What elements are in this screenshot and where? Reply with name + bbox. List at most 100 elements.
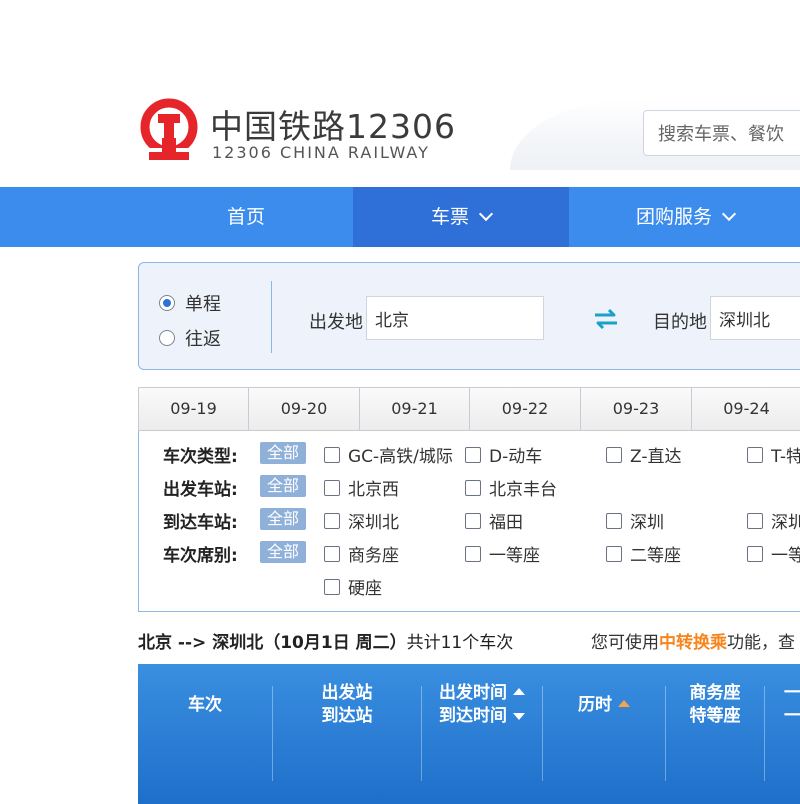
nav-group-label: 团购服务: [635, 206, 712, 228]
checkbox-icon[interactable]: [747, 446, 763, 463]
col-header-depart-station: 出发站: [321, 683, 373, 703]
summary-date: （10月1日 周二）: [263, 633, 407, 653]
panel-divider: [271, 281, 272, 353]
filter-all-train-type[interactable]: 全部: [260, 442, 306, 464]
filter-option[interactable]: 硬座: [324, 574, 382, 599]
sort-up-icon[interactable]: [513, 688, 525, 695]
trip-type-roundtrip[interactable]: 往返: [159, 325, 221, 351]
radio-unselected-icon[interactable]: [159, 330, 175, 346]
filter-label-seat-class: 车次席别:: [163, 546, 238, 566]
sort-down-icon[interactable]: [513, 713, 525, 720]
filter-panel: 车次类型: 全部 GC-高铁/城际 D-动车 Z-直达 T-特 出发车站: 全部…: [138, 431, 800, 612]
col-header-duration[interactable]: 历时: [543, 694, 665, 717]
nav-item-tickets[interactable]: 车票: [353, 187, 569, 247]
filter-option[interactable]: D-动车: [465, 442, 542, 467]
from-label: 出发地: [309, 312, 363, 333]
filter-option-label: 二等座: [630, 546, 681, 566]
date-tab[interactable]: 09-23: [581, 388, 692, 430]
railway-logo-icon[interactable]: [138, 98, 200, 164]
col-header-times[interactable]: 出发时间 到达时间: [422, 682, 542, 728]
filter-all-depart-station[interactable]: 全部: [260, 475, 306, 497]
filter-option-label: 福田: [489, 513, 523, 533]
filter-option-label: 深圳: [630, 513, 664, 533]
filter-option[interactable]: 一等座: [465, 541, 540, 566]
result-summary: 北京 --> 深圳北（10月1日 周二）共计11个车次: [138, 628, 513, 653]
transfer-hint: 您可使用中转换乘功能，查: [591, 628, 795, 653]
col-header-stations[interactable]: 出发站 到达站: [273, 682, 421, 728]
col-header-arrive-time: 到达时间: [439, 706, 507, 726]
filter-option-label: 深圳北: [348, 513, 399, 533]
site-search-input[interactable]: [644, 111, 800, 157]
filter-option[interactable]: 福田: [465, 508, 523, 533]
col-header-next-top: 一: [784, 683, 800, 703]
nav-tickets-label: 车票: [430, 206, 469, 228]
checkbox-icon[interactable]: [465, 512, 481, 529]
trip-type-oneway[interactable]: 单程: [159, 290, 221, 316]
col-header-premium-label: 特等座: [689, 706, 741, 726]
filter-option[interactable]: Z-直达: [606, 442, 681, 467]
date-tab[interactable]: 09-19: [139, 388, 249, 430]
checkbox-icon[interactable]: [465, 446, 481, 463]
filter-option[interactable]: 深圳: [747, 508, 800, 533]
chevron-down-icon: [721, 206, 737, 222]
site-search-box[interactable]: [643, 110, 800, 157]
to-station-input[interactable]: [710, 296, 800, 340]
brand-subtitle: 12306 CHINA RAILWAY: [212, 143, 430, 162]
filter-option-label: 一等座: [489, 546, 540, 566]
filter-option[interactable]: 一等: [747, 541, 800, 566]
filter-option[interactable]: 二等座: [606, 541, 681, 566]
filter-option[interactable]: T-特: [747, 442, 800, 467]
filter-option-label: Z-直达: [630, 447, 682, 467]
filter-option[interactable]: 北京西: [324, 475, 399, 500]
filter-label-depart-station: 出发车站:: [163, 480, 238, 500]
nav-home-label: 首页: [226, 206, 265, 228]
filter-option[interactable]: 北京丰台: [465, 475, 557, 500]
date-tab[interactable]: 09-21: [360, 388, 470, 430]
filter-option-label: 商务座: [348, 546, 399, 566]
ticket-search-panel: 单程 往返 出发地 目的地: [138, 262, 800, 370]
date-tab[interactable]: 09-22: [470, 388, 581, 430]
checkbox-icon[interactable]: [324, 545, 340, 562]
hint-suffix: 功能，查: [727, 633, 795, 653]
checkbox-icon[interactable]: [747, 545, 763, 562]
summary-route: 北京 --> 深圳北: [138, 633, 264, 653]
nav-item-group-service[interactable]: 团购服务: [570, 187, 800, 247]
filter-option[interactable]: 商务座: [324, 541, 399, 566]
radio-selected-icon[interactable]: [159, 295, 175, 311]
swap-arrows-icon[interactable]: [592, 308, 620, 330]
checkbox-icon[interactable]: [324, 578, 340, 595]
filter-all-seat-class[interactable]: 全部: [260, 541, 306, 563]
checkbox-icon[interactable]: [465, 545, 481, 562]
trip-type-roundtrip-label: 往返: [185, 329, 221, 350]
filter-label-arrive-station: 到达车站:: [163, 513, 238, 533]
date-tab[interactable]: 09-24: [692, 388, 800, 430]
checkbox-icon[interactable]: [324, 512, 340, 529]
checkbox-icon[interactable]: [747, 512, 763, 529]
checkbox-icon[interactable]: [606, 446, 622, 463]
col-header-next-bottom: 一: [784, 706, 800, 726]
filter-all-arrive-station[interactable]: 全部: [260, 508, 306, 530]
filter-option-label: 深圳: [771, 513, 800, 533]
checkbox-icon[interactable]: [606, 545, 622, 562]
col-header-train: 车次: [188, 695, 222, 715]
filter-option[interactable]: GC-高铁/城际: [324, 442, 453, 467]
nav-item-home[interactable]: 首页: [140, 187, 352, 247]
checkbox-icon[interactable]: [606, 512, 622, 529]
trip-type-oneway-label: 单程: [185, 294, 221, 315]
filter-option-label: GC-高铁/城际: [348, 447, 453, 467]
filter-option[interactable]: 深圳北: [324, 508, 399, 533]
from-station-input[interactable]: [366, 296, 544, 340]
main-nav: 首页 车票 团购服务: [0, 187, 800, 247]
filter-option-label: 一等: [771, 546, 800, 566]
date-tab[interactable]: 09-20: [249, 388, 360, 430]
filter-option-label: 硬座: [348, 579, 382, 599]
transfer-link[interactable]: 中转换乘: [659, 633, 727, 653]
column-divider: [764, 686, 765, 781]
checkbox-icon[interactable]: [324, 479, 340, 496]
checkbox-icon[interactable]: [465, 479, 481, 496]
filter-option[interactable]: 深圳: [606, 508, 664, 533]
checkbox-icon[interactable]: [324, 446, 340, 463]
sort-up-icon[interactable]: [618, 700, 630, 707]
col-header-arrive-station: 到达站: [321, 706, 373, 726]
filter-label-train-type: 车次类型:: [163, 447, 238, 467]
